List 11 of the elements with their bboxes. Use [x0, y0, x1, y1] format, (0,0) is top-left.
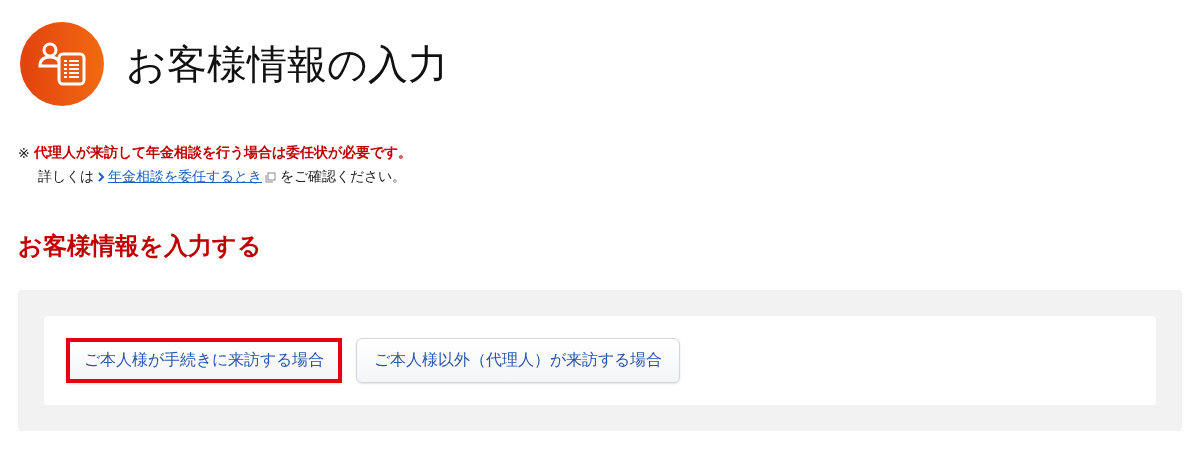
external-window-icon: [265, 171, 276, 183]
person-list-icon: [20, 22, 104, 106]
warning-text: 代理人が来訪して年金相談を行う場合は委任状が必要です。: [33, 144, 412, 162]
detail-text: 詳しくは 年金相談を委任するとき をご確認ください。: [38, 168, 407, 186]
delegation-link[interactable]: 年金相談を委任するとき: [98, 168, 276, 186]
section-heading: お客様情報を入力する: [18, 231, 263, 262]
page-title: お客様情報の入力: [126, 39, 448, 89]
visit-option-button[interactable]: ご本人様以外（代理人）が来訪する場合: [356, 338, 680, 383]
note-mark: ※: [18, 145, 30, 161]
visit-option-button[interactable]: ご本人様が手続きに来訪する場合: [66, 338, 342, 383]
chevron-icon: [98, 172, 105, 182]
